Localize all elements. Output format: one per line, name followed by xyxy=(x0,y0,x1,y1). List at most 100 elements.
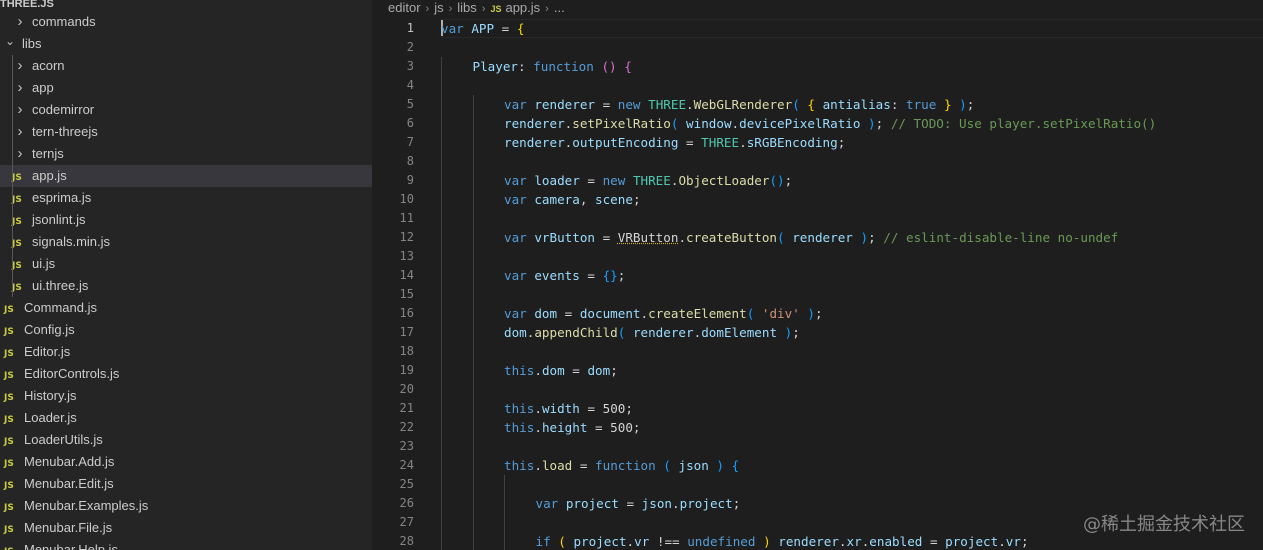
code-line[interactable]: var events = {}; xyxy=(504,266,625,285)
code-line[interactable]: dom.appendChild( renderer.domElement ); xyxy=(504,323,800,342)
js-file-icon: JS xyxy=(12,217,22,227)
code-token: project xyxy=(945,534,999,549)
code-token: . xyxy=(731,116,740,131)
tree-file[interactable]: JS app.js xyxy=(0,165,372,187)
indent-guide xyxy=(441,133,442,152)
tree-file[interactable]: JS Menubar.File.js xyxy=(0,517,372,539)
code-line[interactable]: renderer.outputEncoding = THREE.sRGBEnco… xyxy=(504,133,845,152)
indent-guide xyxy=(472,475,474,494)
tree-file[interactable]: JS Menubar.Examples.js xyxy=(0,495,372,517)
breadcrumb-item-app-js[interactable]: app.js xyxy=(505,0,540,15)
code-line[interactable]: renderer.setPixelRatio( window.devicePix… xyxy=(504,114,1156,133)
indent-guide xyxy=(504,513,505,532)
tree-file[interactable]: JS LoaderUtils.js xyxy=(0,429,372,451)
code-editor[interactable]: 1 2 3 4 5 6 7 8 9 10 11 12 13 14 15 16 17 18 19 20 21 22 23 24 2… xyxy=(372,18,1263,550)
code-token: = xyxy=(572,458,596,473)
tree-folder[interactable]: › app xyxy=(0,77,372,99)
tree-item-label: acorn xyxy=(32,58,65,73)
code-line[interactable]: var camera, scene; xyxy=(504,190,641,209)
tree-file[interactable]: JS Command.js xyxy=(0,297,372,319)
js-file-icon: JS xyxy=(4,393,14,403)
code-token: . xyxy=(739,135,747,150)
tree-item-label: Editor.js xyxy=(24,344,71,359)
code-line[interactable]: this.load = function ( json ) { xyxy=(504,456,739,475)
code-line[interactable]: var dom = document.createElement( 'div' … xyxy=(504,304,823,323)
tree-file[interactable]: JS Editor.js xyxy=(0,341,372,363)
tree-folder[interactable]: › acorn xyxy=(0,55,372,77)
code-line[interactable]: var loader = new THREE.ObjectLoader(); xyxy=(504,171,792,190)
code-line[interactable]: Player: function () { xyxy=(473,57,632,76)
code-line[interactable]: this.height = 500; xyxy=(504,418,641,437)
tree-folder[interactable]: ⌄ libs xyxy=(0,33,372,55)
chevron-right-icon: › xyxy=(448,3,453,15)
code-token: function xyxy=(595,458,656,473)
line-number: 26 xyxy=(399,496,414,510)
indent-guide xyxy=(441,361,442,380)
tree-file[interactable]: JS History.js xyxy=(0,385,372,407)
tree-file[interactable]: JS Loader.js xyxy=(0,407,372,429)
code-token: { xyxy=(624,59,632,74)
code-line[interactable]: var project = json.project; xyxy=(536,494,741,513)
code-line[interactable]: this.dom = dom; xyxy=(504,361,618,380)
tree-file[interactable]: JS EditorControls.js xyxy=(0,363,372,385)
tree-folder[interactable]: › codemirror xyxy=(0,99,372,121)
tree-file[interactable]: JS jsonlint.js xyxy=(0,209,372,231)
breadcrumb-item-editor[interactable]: editor xyxy=(388,0,421,15)
line-number: 16 xyxy=(399,306,414,320)
code-token: = xyxy=(579,173,603,188)
code-token: var xyxy=(504,97,527,112)
breadcrumb-item-symbols[interactable]: ... xyxy=(554,0,565,15)
tree-item-label: Config.js xyxy=(24,322,75,337)
tree-item-label: LoaderUtils.js xyxy=(24,432,103,447)
tree-folder[interactable]: › commands xyxy=(0,11,372,33)
breadcrumb-item-js[interactable]: js xyxy=(434,0,443,15)
line-number: 14 xyxy=(399,268,414,282)
breadcrumb-item-libs[interactable]: libs xyxy=(457,0,477,15)
js-file-icon: JS xyxy=(4,541,18,550)
indent-guide xyxy=(472,171,474,190)
chevron-down-icon: ⌄ xyxy=(4,34,16,48)
indent-guide xyxy=(441,494,442,513)
code-token: ) xyxy=(763,534,771,549)
indent-guide xyxy=(441,228,442,247)
code-line[interactable]: this.width = 500; xyxy=(504,399,633,418)
tree-file[interactable]: JS Menubar.Edit.js xyxy=(0,473,372,495)
tree-file[interactable]: JS ui.js xyxy=(0,253,372,275)
indent-guide xyxy=(472,152,474,171)
code-line[interactable]: var APP = { xyxy=(441,19,524,38)
chevron-right-icon: › xyxy=(545,3,549,15)
tree-file[interactable]: JS Menubar.Help.js xyxy=(0,539,372,550)
code-token: createElement xyxy=(648,306,747,321)
code-line[interactable]: if ( project.vr !== undefined ) renderer… xyxy=(536,532,1029,550)
tree-item-label: History.js xyxy=(24,388,77,403)
code-token: var xyxy=(504,230,527,245)
code-line[interactable]: var vrButton = VRButton.createButton( re… xyxy=(504,228,1118,247)
tree-file[interactable]: JS esprima.js xyxy=(0,187,372,209)
tree-folder[interactable]: › ternjs xyxy=(0,143,372,165)
line-number: 7 xyxy=(406,135,414,149)
explorer-sidebar: THREE.JS › commands ⌄ libs › acorn › app › codemi… xyxy=(0,0,372,550)
tree-file[interactable]: JS signals.min.js xyxy=(0,231,372,253)
code-area[interactable]: var APP = { Player: function () { var rend… xyxy=(441,18,1263,550)
js-file-icon: JS xyxy=(4,459,14,469)
code-token: this xyxy=(504,363,535,378)
code-token: var xyxy=(504,306,527,321)
code-line[interactable]: var renderer = new THREE.WebGLRenderer( … xyxy=(504,95,974,114)
tree-indent-guide xyxy=(12,55,13,297)
line-number: 20 xyxy=(399,382,414,396)
tree-file[interactable]: JS Config.js xyxy=(0,319,372,341)
code-token: . xyxy=(640,306,649,321)
code-token: var xyxy=(441,21,464,36)
code-token: () xyxy=(601,59,617,74)
tree-item-label: Menubar.Edit.js xyxy=(24,476,114,491)
chevron-right-icon: › xyxy=(17,57,23,74)
tree-folder[interactable]: › tern-threejs xyxy=(0,121,372,143)
indent-guide xyxy=(472,209,474,228)
tree-file[interactable]: JS ui.three.js xyxy=(0,275,372,297)
indent-guide xyxy=(472,95,474,114)
code-token: } xyxy=(943,97,952,112)
js-file-icon: JS xyxy=(4,437,14,447)
code-token: // TODO: Use player.setPixelRatio() xyxy=(890,116,1157,131)
tree-file[interactable]: JS Menubar.Add.js xyxy=(0,451,372,473)
